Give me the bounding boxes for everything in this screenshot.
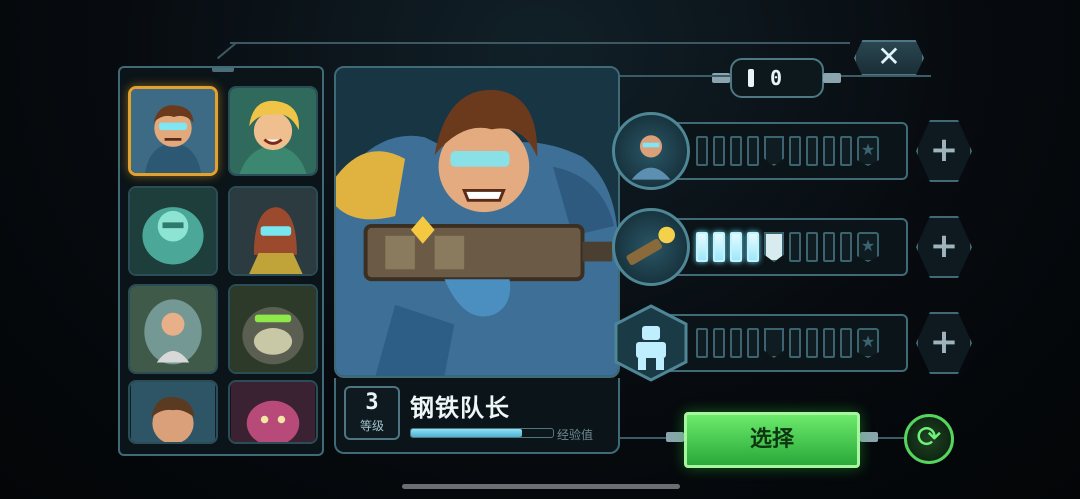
upgrade-segment: [696, 328, 708, 358]
upgrade-segments: ★: [696, 136, 879, 166]
xp-progress-bar: [410, 428, 554, 438]
upgrade-row-3: ★: [612, 304, 910, 382]
upgrade-segment: [823, 328, 835, 358]
upgrade-segment: [696, 136, 708, 166]
upgrade-segment: [730, 136, 742, 166]
octopus-hero-portrait-icon: [230, 382, 316, 442]
robot-hero-portrait-icon: [230, 188, 316, 274]
hero-thumb-soldier-hero[interactable]: [128, 380, 218, 444]
upgrade-segment: [713, 328, 725, 358]
ghost-hero-portrait-icon: [130, 188, 216, 274]
upgrade-segment: [696, 232, 708, 262]
blonde-hero-portrait-icon: [230, 88, 316, 174]
upgrade-segment: [713, 232, 725, 262]
upgrade-segment: [840, 136, 852, 166]
gun-blast-icon: [612, 208, 690, 286]
wire: [620, 75, 730, 77]
xp-label: 经验值: [557, 428, 594, 442]
rank-chevron-icon: [764, 136, 784, 166]
upgrade-segment: [840, 232, 852, 262]
rank-chevron-icon: [764, 328, 784, 358]
upgrade-segment: [747, 232, 759, 262]
hero-thumb-octopus-hero[interactable]: [228, 380, 318, 444]
upgrade-segments: ★: [696, 232, 879, 262]
upgrade-segment: [747, 328, 759, 358]
resource-counter: 0: [730, 58, 824, 98]
upgrade-segment: [789, 232, 801, 262]
wire: [841, 75, 931, 77]
upgrade-row-2: ★: [612, 208, 910, 286]
steel-captain-full-art: [336, 68, 618, 376]
upgrade-segment: [806, 328, 818, 358]
hero-name: 钢铁队长: [410, 394, 510, 422]
close-button[interactable]: ✕: [854, 40, 924, 76]
connector-plug: [666, 432, 684, 442]
wire: [876, 437, 904, 439]
resource-count: 0: [770, 66, 783, 90]
star-icon: ★: [857, 136, 879, 166]
resource-bar-icon: [748, 69, 754, 87]
soldier-portrait-icon: [612, 112, 690, 190]
upgrade-row-1: ★: [612, 112, 910, 190]
upgrade-segment: [789, 136, 801, 166]
hero-thumb-ghost-hero[interactable]: [128, 186, 218, 276]
hero-portrait: [334, 66, 620, 378]
home-indicator: [402, 484, 680, 489]
roster-connector: [212, 68, 234, 72]
xp-progress-fill: [411, 429, 522, 437]
top-frame: [230, 0, 850, 44]
star-icon: ★: [857, 328, 879, 358]
upgrade-segment: [806, 136, 818, 166]
star-icon: ★: [857, 232, 879, 262]
upgrade-segments: ★: [696, 328, 879, 358]
hero-thumb-blonde-hero[interactable]: [228, 86, 318, 176]
upgrade-segment: [823, 136, 835, 166]
refresh-icon[interactable]: ⟳: [904, 414, 954, 464]
hero-thumb-steel-captain[interactable]: [128, 86, 218, 176]
soldier-hero-portrait-icon: [130, 382, 216, 442]
upgrade-segment: [730, 328, 742, 358]
upgrade-segment: [806, 232, 818, 262]
connector-plug: [860, 432, 878, 442]
connector-plug: [823, 73, 841, 83]
upgrade-segment: [747, 136, 759, 166]
select-button[interactable]: 选择: [684, 412, 860, 468]
upgrade-segment: [823, 232, 835, 262]
close-x-icon: ✕: [877, 40, 901, 73]
steel-captain-portrait-icon: [131, 89, 215, 173]
wire: [620, 437, 668, 439]
hero-thumb-robot-hero[interactable]: [228, 186, 318, 276]
upgrade-segment: [730, 232, 742, 262]
level-badge: 3 等级: [344, 386, 400, 440]
upgrade-segment: [840, 328, 852, 358]
hero-thumb-gorilla-hero[interactable]: [228, 284, 318, 374]
pilot-hero-portrait-icon: [130, 286, 216, 372]
level-number: 3: [365, 390, 379, 415]
gorilla-hero-portrait-icon: [230, 286, 316, 372]
upgrade-segment: [789, 328, 801, 358]
level-label: 等级: [359, 419, 384, 433]
mech-robot-icon: [612, 304, 690, 382]
upgrade-segment: [713, 136, 725, 166]
hero-thumb-pilot-hero[interactable]: [128, 284, 218, 374]
rank-chevron-icon: [764, 232, 784, 262]
